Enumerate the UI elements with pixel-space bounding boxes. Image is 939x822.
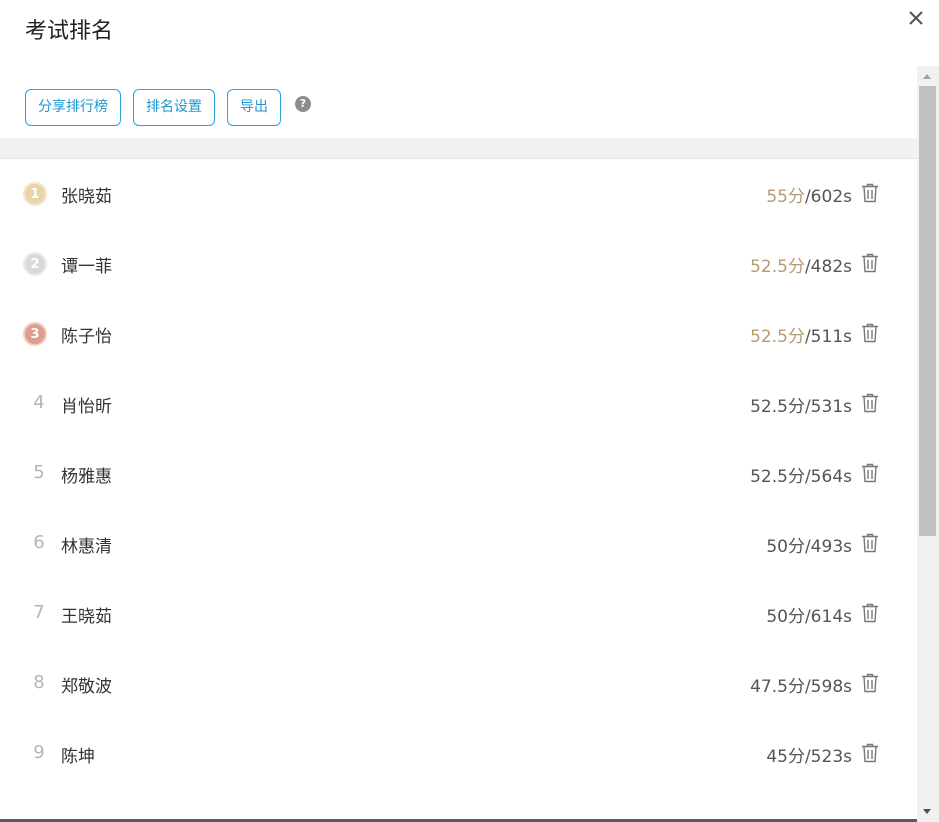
score-text: 52.5分/511s <box>750 322 852 347</box>
score-text: 47.5分/598s <box>750 672 852 697</box>
score-time: /614s <box>804 607 852 627</box>
score-text: 45分/523s <box>766 742 852 767</box>
student-name: 王晓茹 <box>61 607 112 627</box>
trash-icon[interactable] <box>861 393 879 413</box>
close-icon <box>909 11 923 25</box>
ranking-row: 9 陈坤 45分/523s <box>0 719 917 789</box>
student-name: 陈子怡 <box>61 327 112 347</box>
ranking-settings-button[interactable]: 排名设置 <box>133 89 215 126</box>
ranking-list: 1 张晓茹 55分/602s 2 谭一菲 52.5分/482s 3 陈子怡 52… <box>0 138 917 822</box>
score-points: 52.5分 <box>750 467 805 487</box>
student-name: 陈坤 <box>61 747 95 767</box>
student-name: 林惠清 <box>61 537 112 557</box>
ranking-row: 3 陈子怡 52.5分/511s <box>0 299 917 369</box>
score-time: /482s <box>804 257 852 277</box>
silver-medal-icon: 2 <box>23 252 47 276</box>
bronze-medal-icon: 3 <box>23 322 47 346</box>
trash-icon[interactable] <box>861 463 879 483</box>
score-time: /602s <box>804 187 852 207</box>
rank-number: 9 <box>33 742 45 763</box>
score-points: 52.5分 <box>750 257 805 277</box>
rank-number: 5 <box>33 462 45 483</box>
trash-icon[interactable] <box>861 183 879 203</box>
ranking-row: 4 肖怡昕 52.5分/531s <box>0 369 917 439</box>
ranking-row: 1 张晓茹 55分/602s <box>0 159 917 229</box>
exam-ranking-dialog: 考试排名 分享排行榜 排名设置 导出 ? 1 张晓茹 55分/602s 2 谭一… <box>0 0 939 822</box>
gold-medal-icon: 1 <box>23 182 47 206</box>
score-text: 55分/602s <box>766 182 852 207</box>
ranking-row: 2 谭一菲 52.5分/482s <box>0 229 917 299</box>
dialog-title: 考试排名 <box>25 19 114 44</box>
score-text: 50分/614s <box>766 602 852 627</box>
trash-icon[interactable] <box>861 743 879 763</box>
ranking-row: 6 林惠清 50分/493s <box>0 509 917 579</box>
student-name: 杨雅惠 <box>61 467 112 487</box>
scroll-up-arrow-icon[interactable] <box>923 74 931 79</box>
rank-number: 8 <box>33 672 45 693</box>
trash-icon[interactable] <box>861 673 879 693</box>
score-points: 52.5分 <box>750 397 805 417</box>
rank-number: 4 <box>33 392 45 413</box>
score-points: 55分 <box>766 187 805 207</box>
score-text: 50分/493s <box>766 532 852 557</box>
scroll-thumb[interactable] <box>919 86 936 536</box>
trash-icon[interactable] <box>861 533 879 553</box>
student-name: 张晓茹 <box>61 187 112 207</box>
score-time: /511s <box>804 327 852 347</box>
score-time: /531s <box>804 397 852 417</box>
scroll-down-arrow-icon[interactable] <box>923 809 931 814</box>
score-text: 52.5分/564s <box>750 462 852 487</box>
export-button[interactable]: 导出 <box>227 89 281 126</box>
score-points: 52.5分 <box>750 327 805 347</box>
student-name: 谭一菲 <box>61 257 112 277</box>
ranking-row: 8 郑敬波 47.5分/598s <box>0 649 917 719</box>
help-icon[interactable]: ? <box>295 96 311 112</box>
ranking-row: 5 杨雅惠 52.5分/564s <box>0 439 917 509</box>
score-text: 52.5分/482s <box>750 252 852 277</box>
trash-icon[interactable] <box>861 253 879 273</box>
score-text: 52.5分/531s <box>750 392 852 417</box>
score-points: 45分 <box>766 747 805 767</box>
toolbar: 分享排行榜 排名设置 导出 ? <box>25 89 311 126</box>
student-name: 肖怡昕 <box>61 397 112 417</box>
rank-number: 6 <box>33 532 45 553</box>
vertical-scrollbar[interactable] <box>917 66 939 822</box>
score-time: /523s <box>804 747 852 767</box>
score-time: /598s <box>804 677 852 697</box>
score-points: 47.5分 <box>750 677 805 697</box>
student-name: 郑敬波 <box>61 677 112 697</box>
score-points: 50分 <box>766 607 805 627</box>
trash-icon[interactable] <box>861 603 879 623</box>
score-time: /493s <box>804 537 852 557</box>
share-leaderboard-button[interactable]: 分享排行榜 <box>25 89 121 126</box>
close-button[interactable] <box>904 6 928 30</box>
rank-number: 7 <box>33 602 45 623</box>
list-header <box>0 138 917 159</box>
score-time: /564s <box>804 467 852 487</box>
ranking-row: 7 王晓茹 50分/614s <box>0 579 917 649</box>
score-points: 50分 <box>766 537 805 557</box>
trash-icon[interactable] <box>861 323 879 343</box>
